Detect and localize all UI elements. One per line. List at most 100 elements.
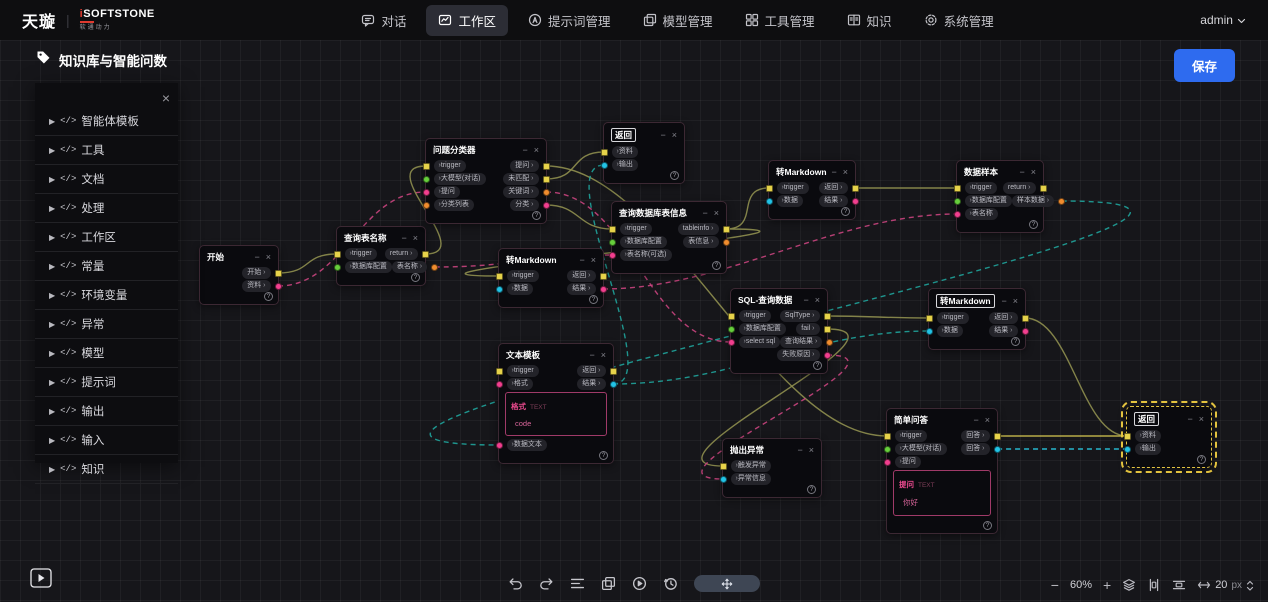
minimize-icon[interactable]: − (973, 416, 978, 425)
port-dot[interactable] (275, 283, 282, 290)
palette-item-6[interactable]: ▶</>环境变量 (35, 281, 178, 310)
input-port[interactable]: 数据库配置 (954, 195, 1012, 206)
palette-item-12[interactable]: ▶</>知识 (35, 455, 178, 484)
node-mdB[interactable]: 转Markdown −×trigger返回数据结果? (768, 160, 856, 220)
input-port[interactable]: trigger (496, 270, 539, 281)
port-dot[interactable] (720, 463, 727, 470)
expand-caret-icon[interactable]: ▶ (49, 349, 55, 358)
output-port[interactable]: 未匹配 (503, 173, 549, 184)
node-ret2[interactable]: 返回 −×资料输出? (1126, 406, 1212, 468)
grid-size-value[interactable]: 20 (1215, 579, 1227, 591)
minimize-icon[interactable]: − (1019, 168, 1024, 177)
redo-icon[interactable] (539, 576, 554, 591)
node-exc[interactable]: 抛出异常 −×触发异常异常信息? (722, 438, 822, 498)
port-dot[interactable] (826, 339, 833, 346)
node-dbinfo[interactable]: 查询数据库表信息 −×triggertableinfo数据库配置表信息表名称(可… (611, 201, 727, 274)
close-icon[interactable]: × (413, 234, 418, 243)
node-mdC[interactable]: 转Markdown −×trigger返回数据结果? (928, 288, 1026, 350)
help-icon[interactable]: ? (599, 451, 608, 460)
expand-caret-icon[interactable]: ▶ (49, 233, 55, 242)
history-icon[interactable] (663, 576, 678, 591)
output-port[interactable]: 结果 (989, 325, 1028, 336)
input-port[interactable]: 大模型(对话) (423, 173, 486, 184)
port-dot[interactable] (994, 446, 1001, 453)
node-header[interactable]: 转Markdown −× (499, 249, 603, 269)
input-port[interactable]: 格式 (496, 378, 533, 389)
port-dot[interactable] (496, 368, 503, 375)
port-dot[interactable] (334, 264, 341, 271)
input-port[interactable]: trigger (926, 312, 969, 323)
port-dot[interactable] (609, 239, 616, 246)
port-dot[interactable] (543, 189, 550, 196)
undo-icon[interactable] (508, 576, 523, 591)
output-port[interactable]: 返回 (819, 182, 858, 193)
port-dot[interactable] (543, 202, 550, 209)
help-icon[interactable]: ? (532, 211, 541, 220)
port-dot[interactable] (610, 368, 617, 375)
node-cls[interactable]: 问题分类器 −×trigger提问大模型(对话)未匹配提问关键词分类列表分类? (425, 138, 547, 224)
help-icon[interactable]: ? (983, 521, 992, 530)
input-port[interactable]: 数据 (926, 325, 963, 336)
port-dot[interactable] (884, 446, 891, 453)
close-icon[interactable]: × (843, 168, 848, 177)
help-icon[interactable]: ? (813, 361, 822, 370)
port-dot[interactable] (1022, 315, 1029, 322)
port-dot[interactable] (723, 239, 730, 246)
node-header[interactable]: 数据样本 −× (957, 161, 1043, 181)
node-header[interactable]: 返回 −× (1127, 407, 1211, 429)
minimize-icon[interactable]: − (702, 209, 707, 218)
port-dot[interactable] (824, 352, 831, 359)
alignv-icon[interactable] (1147, 578, 1161, 592)
port-dot[interactable] (600, 286, 607, 293)
port-dot[interactable] (926, 315, 933, 322)
expand-caret-icon[interactable]: ▶ (49, 146, 55, 155)
nav-item-1[interactable]: 工作区 (426, 5, 508, 36)
port-dot[interactable] (824, 313, 831, 320)
output-port[interactable]: 结果 (819, 195, 858, 206)
port-dot[interactable] (496, 273, 503, 280)
close-icon[interactable]: × (534, 146, 539, 155)
minimize-icon[interactable]: − (589, 351, 594, 360)
minimize-icon[interactable]: − (254, 253, 259, 262)
input-port[interactable]: 数据库配置 (609, 236, 667, 247)
expand-caret-icon[interactable]: ▶ (49, 291, 55, 300)
port-dot[interactable] (954, 185, 961, 192)
input-port[interactable]: 数据 (496, 283, 533, 294)
nav-item-5[interactable]: 知识 (835, 5, 904, 36)
port-dot[interactable] (728, 339, 735, 346)
port-dot[interactable] (884, 433, 891, 440)
expand-caret-icon[interactable]: ▶ (49, 378, 55, 387)
help-icon[interactable]: ? (712, 261, 721, 270)
input-port[interactable]: trigger (496, 365, 539, 376)
node-header[interactable]: 转Markdown −× (769, 161, 855, 181)
port-dot[interactable] (496, 381, 503, 388)
user-menu[interactable]: admin (1200, 13, 1246, 27)
output-port[interactable]: 查询结果 (780, 336, 833, 347)
zoom-out-button[interactable]: − (1051, 578, 1059, 592)
port-dot[interactable] (728, 313, 735, 320)
input-port[interactable]: trigger (884, 430, 927, 441)
minimize-icon[interactable]: − (579, 256, 584, 265)
port-dot[interactable] (601, 162, 608, 169)
palette-item-2[interactable]: ▶</>文档 (35, 165, 178, 194)
port-dot[interactable] (610, 381, 617, 388)
help-icon[interactable]: ? (589, 295, 598, 304)
output-port[interactable]: 结果 (577, 378, 616, 389)
port-dot[interactable] (496, 286, 503, 293)
close-icon[interactable]: × (1031, 168, 1036, 177)
input-port[interactable]: trigger (766, 182, 809, 193)
port-dot[interactable] (954, 198, 961, 205)
output-port[interactable]: 提问 (510, 160, 549, 171)
node-header[interactable]: 转Markdown −× (929, 289, 1025, 311)
node-textarea[interactable]: 提问TEXT 你好 (893, 470, 991, 516)
port-dot[interactable] (609, 226, 616, 233)
input-port[interactable]: 资料 (1124, 430, 1161, 441)
node-mdA[interactable]: 转Markdown −×trigger返回数据结果? (498, 248, 604, 308)
minimize-icon[interactable]: − (660, 131, 665, 140)
node-header[interactable]: 简单问答 −× (887, 409, 997, 429)
expand-caret-icon[interactable]: ▶ (49, 262, 55, 271)
palette-item-1[interactable]: ▶</>工具 (35, 136, 178, 165)
close-icon[interactable]: × (266, 253, 271, 262)
port-dot[interactable] (543, 176, 550, 183)
palette-item-3[interactable]: ▶</>处理 (35, 194, 178, 223)
